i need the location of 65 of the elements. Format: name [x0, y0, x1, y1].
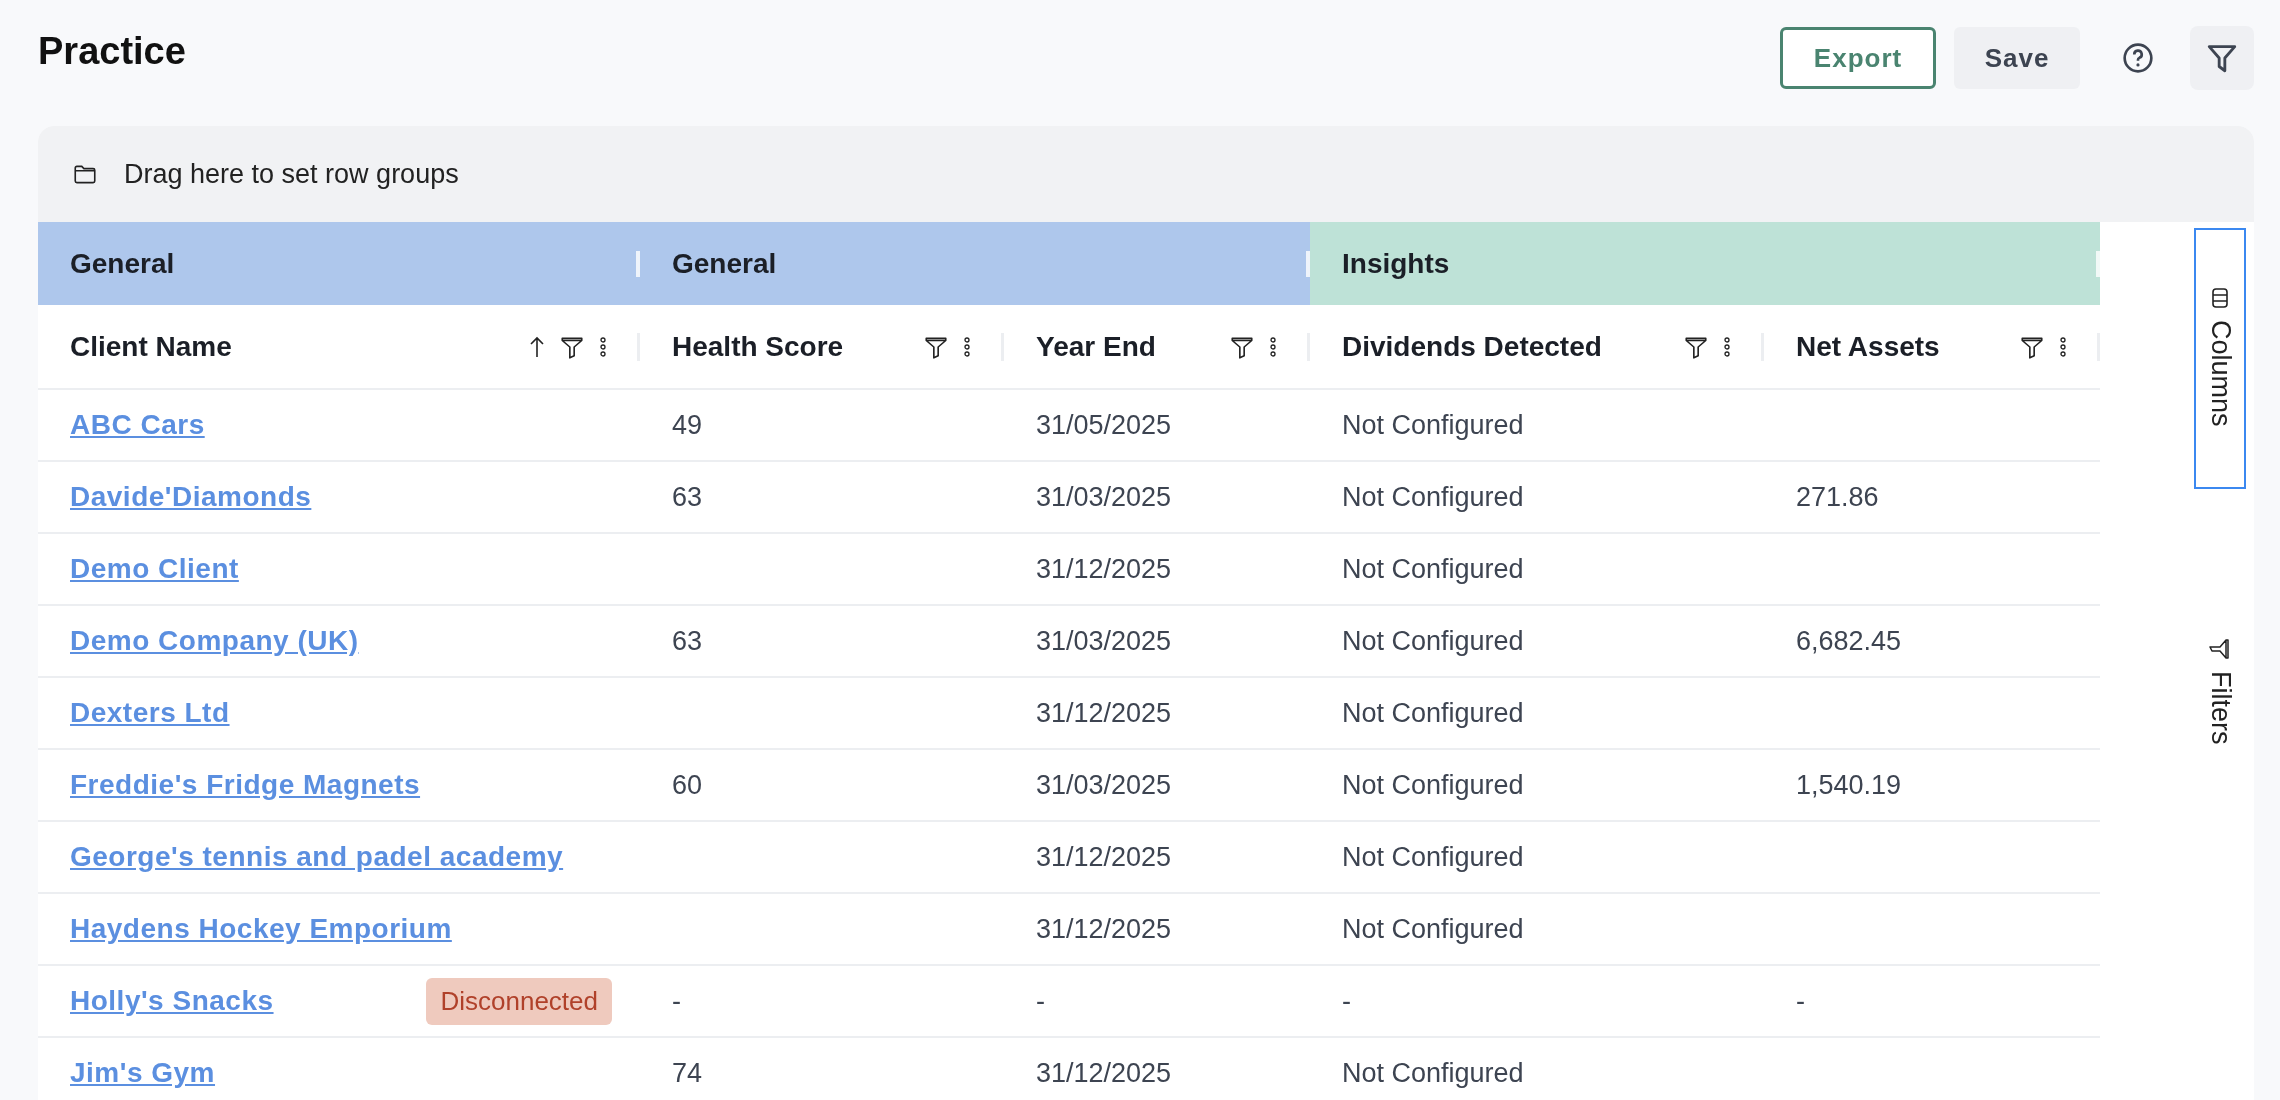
table-cell: - — [1796, 985, 1805, 1017]
table-cell: 63 — [672, 481, 703, 513]
client-link[interactable]: Haydens Hockey Emporium — [70, 913, 452, 945]
table-cell: Not Configured — [1342, 625, 1524, 657]
table-cell: 31/05/2025 — [1036, 409, 1172, 441]
column-menu-icon[interactable] — [1723, 334, 1731, 359]
table-cell: 31/12/2025 — [1036, 697, 1172, 729]
table-cell: - — [1036, 985, 1045, 1017]
table-cell: 6,682.45 — [1796, 625, 1902, 657]
table-cell: Not Configured — [1342, 481, 1524, 513]
column-group-label: General — [672, 247, 777, 280]
column-menu-icon[interactable] — [599, 334, 607, 359]
column-menu-icon[interactable] — [963, 334, 971, 359]
table-cell: 271.86 — [1796, 481, 1879, 513]
column-header[interactable]: Year End — [1004, 305, 1310, 390]
side-bar-tab[interactable]: Columns — [2194, 228, 2246, 489]
column-menu-icon[interactable] — [2059, 334, 2067, 359]
table-cell: 63 — [672, 625, 703, 657]
client-link[interactable]: ABC Cars — [70, 409, 205, 441]
client-link[interactable]: Davide'Diamonds — [70, 481, 312, 513]
table-cell: 31/03/2025 — [1036, 625, 1172, 657]
side-bar-tab[interactable]: Filters — [2194, 578, 2246, 807]
client-link[interactable]: Holly's Snacks — [70, 985, 274, 1017]
filter-button[interactable] — [2190, 26, 2254, 90]
client-link[interactable]: George's tennis and padel academy — [70, 841, 564, 873]
help-icon[interactable] — [2122, 42, 2154, 74]
column-header[interactable]: Client Name — [38, 305, 640, 390]
row-group-hint: Drag here to set row groups — [124, 158, 459, 190]
table-cell: 31/12/2025 — [1036, 913, 1172, 945]
column-header[interactable]: Net Assets — [1764, 305, 2100, 390]
row-group-panel[interactable]: Drag here to set row groups — [38, 126, 2254, 222]
table-cell: 31/12/2025 — [1036, 1057, 1172, 1089]
sort-arrow-icon[interactable] — [529, 334, 545, 359]
table-cell: 60 — [672, 769, 703, 801]
client-link[interactable]: Demo Company (UK) — [70, 625, 359, 657]
client-link[interactable]: Freddie's Fridge Magnets — [70, 769, 421, 801]
client-link[interactable]: Demo Client — [70, 553, 239, 585]
table-cell: Not Configured — [1342, 913, 1524, 945]
table-cell: 1,540.19 — [1796, 769, 1902, 801]
page-title: Practice — [38, 30, 186, 73]
toolbar-button[interactable]: Export — [1780, 27, 1936, 89]
toolbar-button[interactable]: Save — [1954, 27, 2080, 89]
status-badge: Disconnected — [426, 977, 612, 1025]
table-cell: 49 — [672, 409, 703, 441]
column-group-label: General — [70, 247, 175, 280]
table-cell: 31/03/2025 — [1036, 481, 1172, 513]
table-cell: Not Configured — [1342, 409, 1524, 441]
filter-icon — [2208, 636, 2232, 661]
table-cell: Not Configured — [1342, 697, 1524, 729]
client-link[interactable]: Dexters Ltd — [70, 697, 230, 729]
table-cell: Not Configured — [1342, 1057, 1524, 1089]
table-cell: Not Configured — [1342, 769, 1524, 801]
table-cell: 31/12/2025 — [1036, 553, 1172, 585]
client-link[interactable]: Jim's Gym — [70, 1057, 215, 1089]
table-cell: 31/12/2025 — [1036, 841, 1172, 873]
table-cell: Not Configured — [1342, 841, 1524, 873]
table-cell: - — [672, 985, 681, 1017]
table-cell: 31/03/2025 — [1036, 769, 1172, 801]
table-cell: - — [1342, 985, 1351, 1017]
column-group-label: Insights — [1342, 247, 1450, 280]
column-menu-icon[interactable] — [1269, 334, 1277, 359]
table-cell: 74 — [672, 1057, 703, 1089]
column-header[interactable]: Health Score — [640, 305, 1004, 390]
column-header[interactable]: Dividends Detected — [1310, 305, 1764, 390]
table-cell: Not Configured — [1342, 553, 1524, 585]
